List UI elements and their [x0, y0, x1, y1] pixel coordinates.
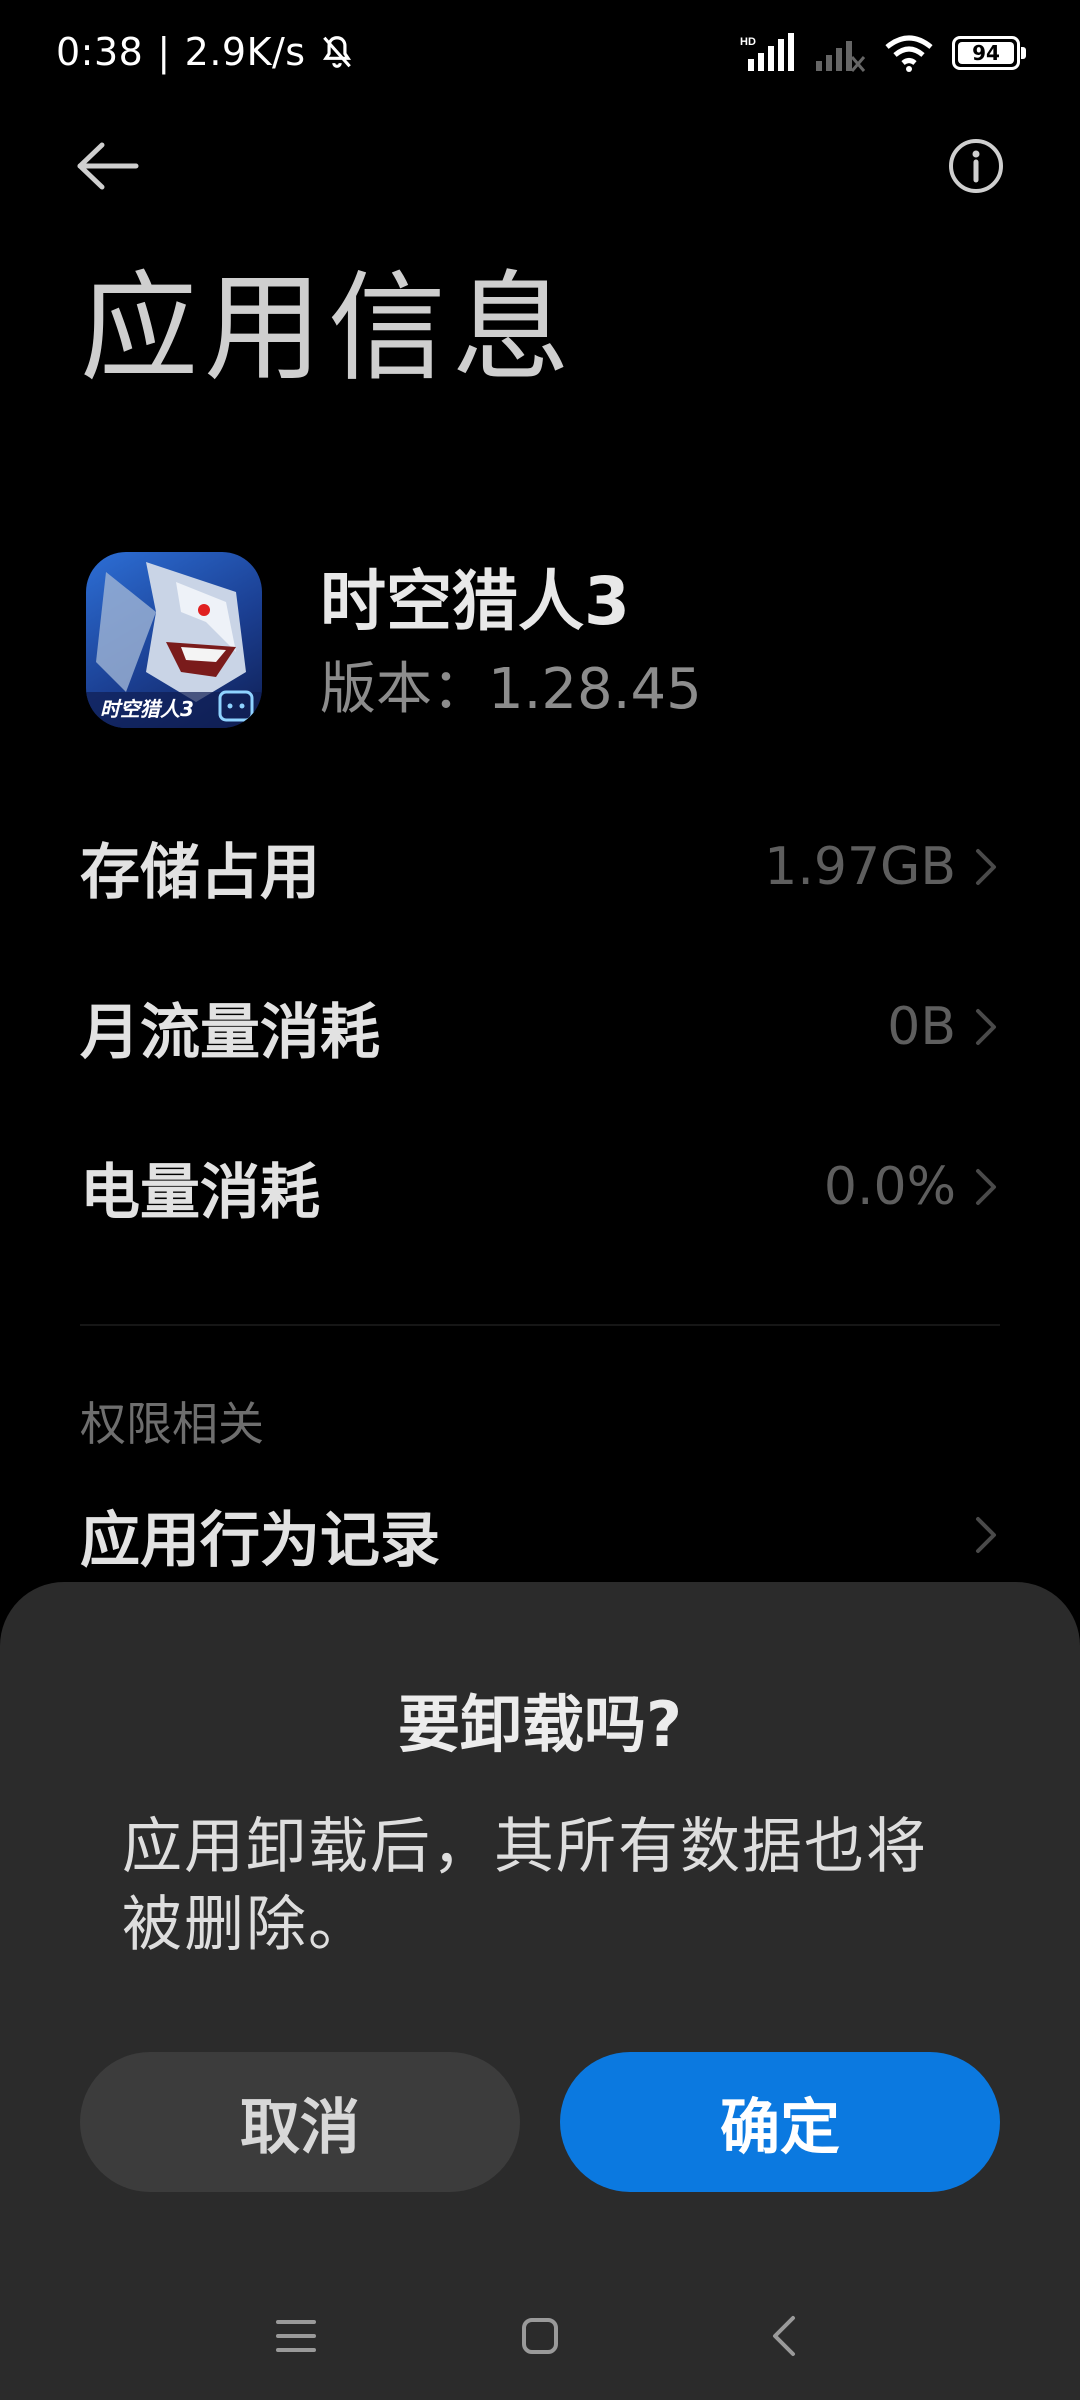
info-button[interactable] — [938, 128, 1014, 204]
row-data-usage-right: 0B — [887, 997, 1000, 1057]
app-icon: 时空猎人3 — [86, 552, 262, 728]
version-label: 版本： — [320, 657, 488, 722]
bell-off-icon — [322, 36, 351, 68]
row-battery-usage[interactable]: 电量消耗 0.0% — [80, 1132, 1000, 1242]
dialog-message: 应用卸载后，其所有数据也将被删除。 — [122, 1812, 928, 1960]
back-button[interactable] — [70, 128, 146, 204]
row-app-behavior-record[interactable]: 应用行为记录 — [80, 1480, 1000, 1590]
home-icon — [522, 2318, 558, 2354]
status-right: HD 94 — [740, 28, 1026, 78]
row-battery-usage-label: 电量消耗 — [80, 1157, 320, 1228]
svg-text:时空猎人3: 时空猎人3 — [100, 697, 194, 721]
app-version: 版本：1.28.45 — [320, 654, 702, 726]
row-storage[interactable]: 存储占用 1.97GB — [80, 812, 1000, 922]
status-separator: | — [157, 30, 171, 74]
status-time: 0:38 — [56, 30, 144, 74]
back-arrow-icon — [77, 142, 139, 190]
battery-icon: 94 — [952, 36, 1026, 70]
row-storage-value: 1.97GB — [764, 837, 956, 897]
row-battery-usage-value: 0.0% — [823, 1157, 956, 1217]
battery-level: 94 — [958, 41, 1014, 65]
row-data-usage[interactable]: 月流量消耗 0B — [80, 972, 1000, 1082]
page-title: 应用信息 — [80, 259, 577, 397]
signal-no-service-icon — [816, 41, 866, 72]
confirm-button[interactable]: 确定 — [560, 2052, 1000, 2192]
status-left: 0:38 | 2.9K/s — [56, 24, 356, 80]
chevron-right-icon — [976, 849, 996, 885]
wifi-icon — [885, 35, 933, 72]
nav-menu-button[interactable] — [266, 2306, 326, 2366]
svg-text:HD: HD — [740, 36, 756, 48]
nav-home-button[interactable] — [510, 2306, 570, 2366]
chevron-right-icon — [976, 1009, 996, 1045]
dialog-title: 要卸载吗? — [398, 1688, 682, 1761]
menu-icon — [276, 2320, 316, 2352]
signal-hd-icon: HD — [740, 33, 794, 71]
row-app-behavior-record-label: 应用行为记录 — [80, 1505, 440, 1576]
cancel-button[interactable]: 取消 — [80, 2052, 520, 2192]
permissions-section-header: 权限相关 — [80, 1397, 264, 1451]
row-storage-label: 存储占用 — [80, 837, 320, 908]
row-battery-usage-right: 0.0% — [824, 1157, 1000, 1217]
network-speed: 2.9K/s — [184, 30, 306, 74]
nav-back-icon — [773, 2316, 795, 2356]
chevron-right-icon — [976, 1169, 996, 1205]
chevron-right-icon — [976, 1517, 996, 1553]
navigation-bar — [0, 2290, 1080, 2380]
version-value: 1.28.45 — [488, 657, 702, 722]
row-storage-right: 1.97GB — [764, 837, 1000, 897]
wolf-artwork-icon: 时空猎人3 — [86, 562, 262, 728]
uninstall-dialog: 要卸载吗? 应用卸载后，其所有数据也将被删除。 取消 确定 — [0, 1582, 1080, 2400]
info-icon — [949, 139, 1003, 193]
status-bar: 0:38 | 2.9K/s HD 94 — [0, 0, 1080, 100]
row-data-usage-value: 0B — [887, 997, 956, 1057]
app-name: 时空猎人3 — [320, 563, 630, 640]
row-data-usage-label: 月流量消耗 — [80, 997, 380, 1068]
section-divider — [80, 1324, 1000, 1326]
nav-back-button[interactable] — [754, 2306, 814, 2366]
row-app-behavior-record-right — [970, 1513, 1000, 1557]
